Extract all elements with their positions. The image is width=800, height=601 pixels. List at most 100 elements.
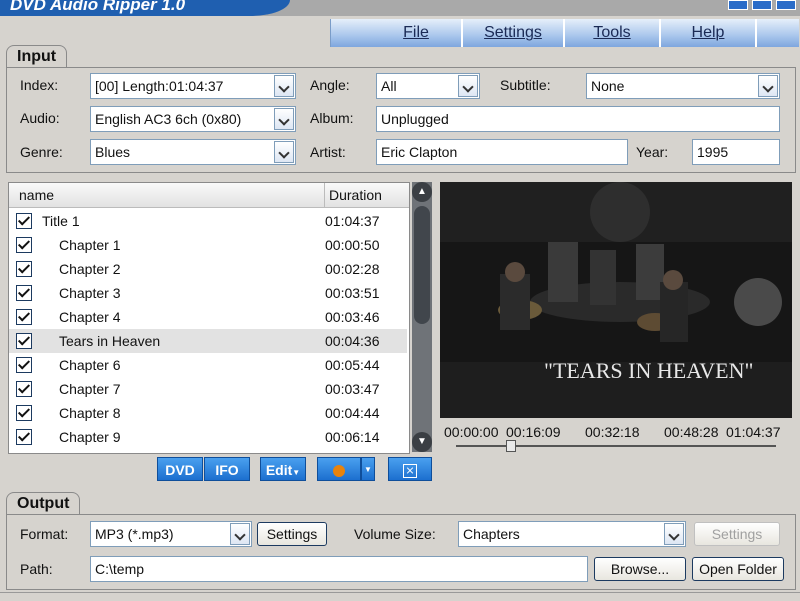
timeline-mark: 00:16:09: [506, 424, 561, 440]
checkbox[interactable]: [16, 381, 32, 397]
checkbox[interactable]: [16, 357, 32, 373]
chevron-down-icon[interactable]: [274, 108, 294, 130]
genre-value: Blues: [95, 144, 131, 160]
format-select[interactable]: MP3 (*.mp3): [90, 521, 252, 547]
subtitle-value: None: [591, 78, 625, 94]
list-item-name: Chapter 6: [59, 357, 121, 373]
path-value: C:\temp: [95, 561, 145, 577]
minimize-button[interactable]: [728, 0, 748, 10]
column-header-name[interactable]: name: [9, 183, 325, 208]
audio-select[interactable]: English AC3 6ch (0x80): [90, 106, 296, 132]
list-item-duration: 00:04:44: [325, 405, 380, 421]
video-preview: "TEARS IN HEAVEN": [440, 182, 792, 418]
concert-scene-image: "TEARS IN HEAVEN": [440, 182, 792, 418]
format-settings-button[interactable]: Settings: [257, 522, 327, 546]
output-group-tab: Output: [6, 492, 81, 515]
list-item[interactable]: Chapter 1 00:00:50: [9, 233, 407, 257]
chapter-list[interactable]: name Duration Title 1 01:04:37 Chapter 1 00…: [8, 182, 410, 454]
close-button[interactable]: [776, 0, 796, 10]
checkbox[interactable]: [16, 405, 32, 421]
path-input[interactable]: C:\temp: [90, 556, 588, 582]
checkbox[interactable]: [16, 261, 32, 277]
open-folder-button[interactable]: Open Folder: [692, 557, 784, 581]
edit-label: Edit: [265, 462, 293, 478]
chevron-down-icon[interactable]: [274, 75, 294, 97]
path-label: Path:: [20, 561, 53, 577]
list-item[interactable]: Chapter 4 00:03:46: [9, 305, 407, 329]
chevron-down-icon[interactable]: [458, 75, 478, 97]
record-dropdown[interactable]: ▼: [361, 457, 375, 481]
chevron-down-icon[interactable]: [664, 523, 684, 545]
video-caption: "TEARS IN HEAVEN": [544, 358, 753, 383]
volume-size-select[interactable]: Chapters: [458, 521, 686, 547]
checkbox[interactable]: [16, 285, 32, 301]
list-item-duration: 00:03:51: [325, 285, 380, 301]
chevron-down-icon[interactable]: [274, 141, 294, 163]
list-scrollbar[interactable]: ▲ ▼: [412, 182, 432, 452]
list-item-name: Chapter 7: [59, 381, 121, 397]
artist-input[interactable]: Eric Clapton: [376, 139, 628, 165]
list-item[interactable]: Chapter 9 00:06:14: [9, 425, 407, 449]
list-item-duration: 00:04:36: [325, 333, 380, 349]
list-item-name: Tears in Heaven: [59, 333, 161, 349]
year-label: Year:: [636, 144, 669, 160]
album-value: Unplugged: [381, 111, 449, 127]
list-item[interactable]: Chapter 7 00:03:47: [9, 377, 407, 401]
menu-tools[interactable]: Tools: [565, 19, 661, 47]
angle-select[interactable]: All: [376, 73, 480, 99]
volume-size-value: Chapters: [463, 526, 520, 542]
timeline-handle[interactable]: [506, 440, 516, 452]
menu-help[interactable]: Help: [661, 19, 757, 47]
list-item-duration: 00:03:46: [325, 309, 380, 325]
list-item[interactable]: Tears in Heaven 00:04:36: [9, 329, 407, 353]
chevron-down-icon[interactable]: [230, 523, 250, 545]
checkbox[interactable]: [16, 309, 32, 325]
format-value: MP3 (*.mp3): [95, 526, 174, 542]
dvd-button[interactable]: DVD: [157, 457, 203, 481]
genre-select[interactable]: Blues: [90, 139, 296, 165]
stop-button[interactable]: [388, 457, 432, 481]
checkbox[interactable]: [16, 237, 32, 253]
volume-settings-button[interactable]: Settings: [694, 522, 780, 546]
scroll-thumb[interactable]: [414, 206, 430, 324]
subtitle-label: Subtitle:: [500, 77, 551, 93]
timeline-mark: 00:00:00: [444, 424, 499, 440]
scroll-down-icon[interactable]: ▼: [412, 432, 432, 452]
edit-button[interactable]: Edit▼: [260, 457, 306, 481]
list-item[interactable]: Chapter 3 00:03:51: [9, 281, 407, 305]
volume-size-label: Volume Size:: [354, 526, 436, 542]
list-item[interactable]: Chapter 6 00:05:44: [9, 353, 407, 377]
maximize-button[interactable]: [752, 0, 772, 10]
chevron-down-icon: ▼: [292, 468, 301, 477]
list-item[interactable]: Chapter 8 00:04:44: [9, 401, 407, 425]
chevron-down-icon[interactable]: [758, 75, 778, 97]
checkbox[interactable]: [16, 429, 32, 445]
year-input[interactable]: 1995: [692, 139, 780, 165]
list-item[interactable]: Chapter 2 00:02:28: [9, 257, 407, 281]
timeline[interactable]: 00:00:00 00:16:09 00:32:18 00:48:28 01:0…: [440, 424, 792, 452]
year-value: 1995: [697, 144, 729, 160]
checkbox[interactable]: [16, 213, 32, 229]
checkbox[interactable]: [16, 333, 32, 349]
column-header-duration[interactable]: Duration: [325, 183, 409, 208]
angle-value: All: [381, 78, 397, 94]
list-item-name: Chapter 1: [59, 237, 121, 253]
browse-button[interactable]: Browse...: [594, 557, 686, 581]
subtitle-select[interactable]: None: [586, 73, 780, 99]
timeline-track[interactable]: [456, 445, 776, 447]
stop-icon: [403, 464, 417, 479]
ifo-button[interactable]: IFO: [204, 457, 250, 481]
list-item[interactable]: Title 1 01:04:37: [9, 209, 407, 233]
angle-label: Angle:: [310, 77, 350, 93]
list-item-duration: 00:05:44: [325, 357, 380, 373]
index-select[interactable]: [00] Length:01:04:37: [90, 73, 296, 99]
menu-settings[interactable]: Settings: [463, 19, 565, 47]
album-label: Album:: [310, 110, 354, 126]
scroll-up-icon[interactable]: ▲: [412, 182, 432, 202]
index-value: [00] Length:01:04:37: [95, 78, 224, 94]
list-item-duration: 00:03:47: [325, 381, 380, 397]
format-label: Format:: [20, 526, 69, 542]
record-button[interactable]: [317, 457, 361, 481]
menu-file[interactable]: File: [371, 19, 463, 47]
album-input[interactable]: Unplugged: [376, 106, 780, 132]
